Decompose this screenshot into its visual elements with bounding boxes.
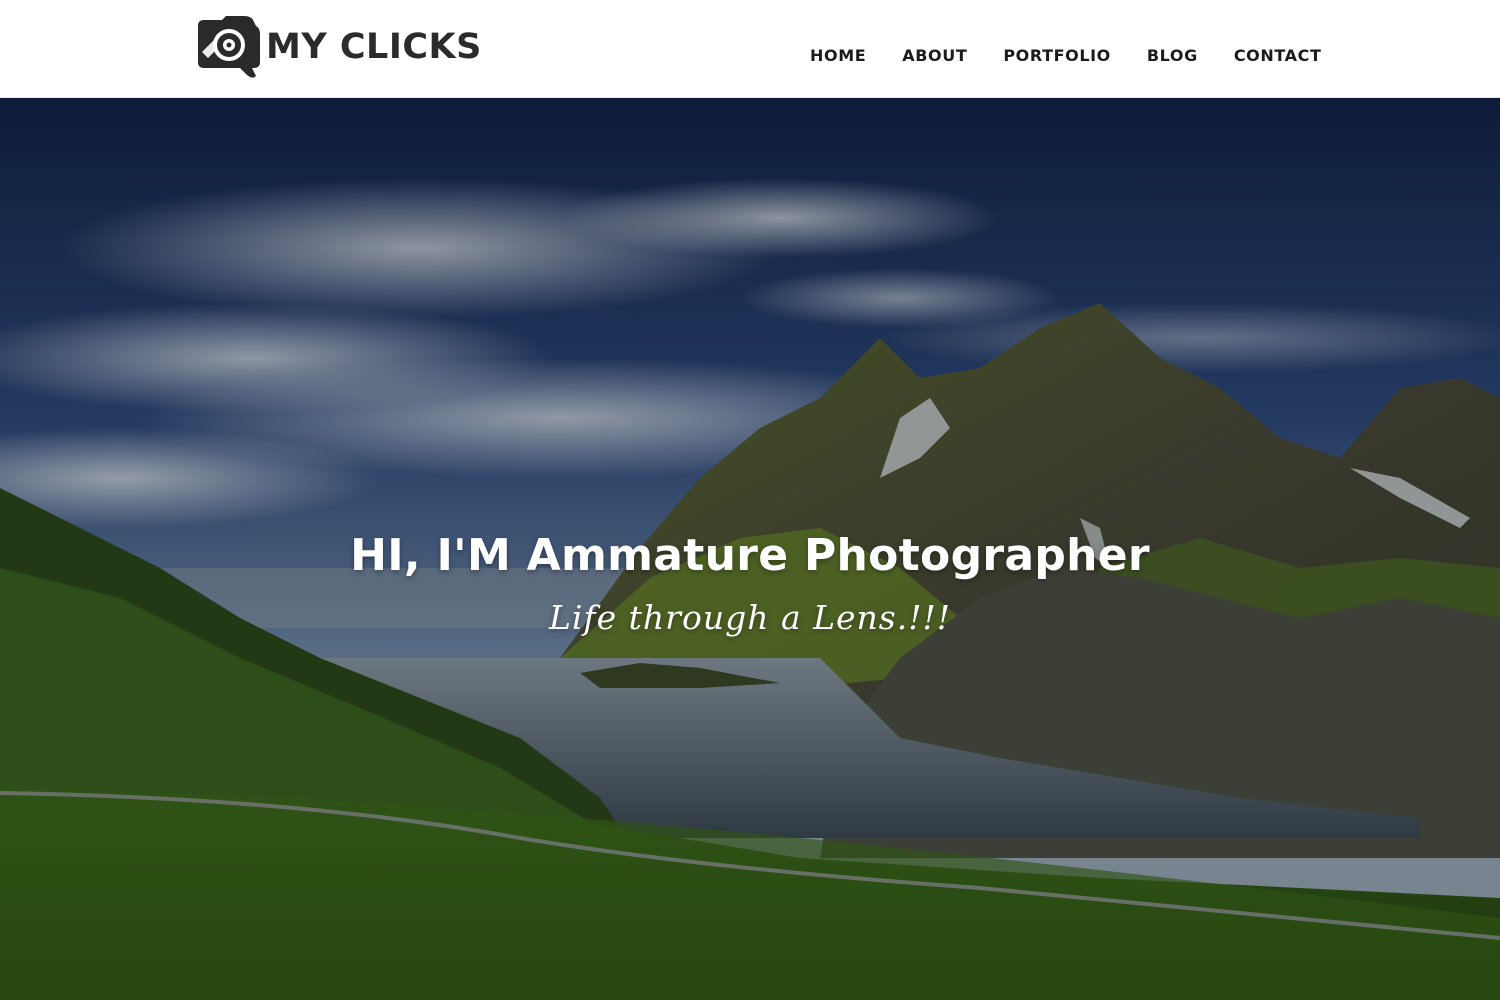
nav-portfolio[interactable]: PORTFOLIO <box>1003 46 1111 65</box>
hero-section: HI, I'M Ammature Photographer Life throu… <box>0 98 1500 1000</box>
brand-name: MY CLICKS <box>266 27 482 67</box>
site-header: MY CLICKS HOME ABOUT PORTFOLIO BLOG CONT… <box>0 0 1500 98</box>
camera-lens-icon <box>198 16 260 78</box>
nav-contact[interactable]: CONTACT <box>1234 46 1322 65</box>
hero-title: HI, I'M Ammature Photographer <box>350 530 1150 581</box>
nav-home[interactable]: HOME <box>810 46 866 65</box>
nav-blog[interactable]: BLOG <box>1147 46 1198 65</box>
site-logo[interactable]: MY CLICKS <box>194 16 482 78</box>
main-nav: HOME ABOUT PORTFOLIO BLOG CONTACT <box>810 44 1322 66</box>
hero-subtitle: Life through a Lens.!!! <box>548 598 952 637</box>
nav-about[interactable]: ABOUT <box>902 46 967 65</box>
